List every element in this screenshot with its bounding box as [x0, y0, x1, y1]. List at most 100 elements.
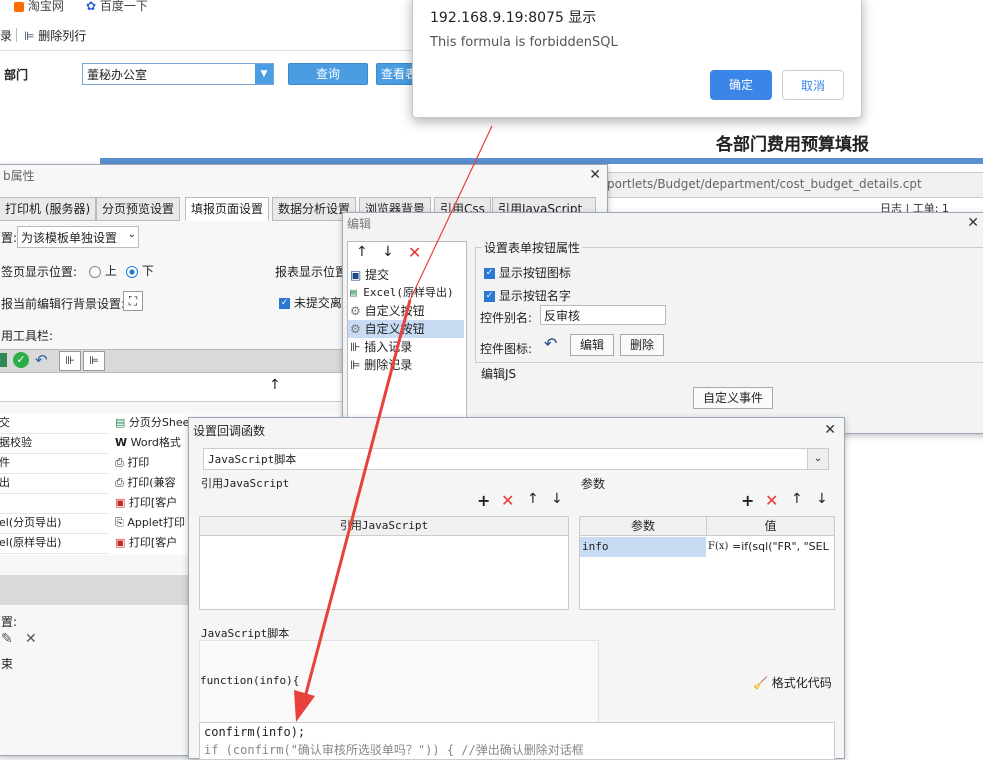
- gear-icon: ⚙: [350, 322, 361, 336]
- report-header-area: 各部门费用预算填报: [0, 120, 983, 160]
- grid-mid-2[interactable]: ⎙ 打印: [115, 453, 195, 473]
- checkbox-icon: ✓: [279, 298, 290, 309]
- excel-icon: ▤: [350, 286, 357, 299]
- web-attributes-titlebar[interactable]: b属性: [0, 165, 607, 187]
- save-icon: ▣: [350, 268, 362, 282]
- tab-fill-page[interactable]: 填报页面设置: [185, 197, 270, 221]
- close-icon[interactable]: ✕: [824, 422, 836, 438]
- arrow-up-icon[interactable]: ↑: [527, 491, 539, 507]
- list-item-custom-1[interactable]: ⚙ 自定义按钮: [350, 302, 425, 320]
- arrow-up-icon[interactable]: ↑: [356, 244, 368, 260]
- report-title: 各部门费用预算填报: [716, 135, 869, 155]
- code-line-2: if (confirm("确认审核所选驳单吗？")) { //弹出确认删除对话框: [204, 743, 584, 757]
- arrow-down-icon[interactable]: ↓: [551, 491, 563, 507]
- check-icon[interactable]: ✓: [13, 352, 29, 368]
- delete-x-icon[interactable]: ✕: [501, 491, 514, 510]
- close-icon[interactable]: ✕: [967, 215, 979, 231]
- setting-label: 置:: [1, 231, 18, 245]
- arrow-down-icon[interactable]: ↓: [382, 244, 394, 260]
- tab-page-preview[interactable]: 分页预览设置: [96, 197, 181, 221]
- unsubmitted-checkbox[interactable]: ✓ 未提交离: [279, 294, 342, 311]
- param-name-cell[interactable]: info: [580, 537, 706, 557]
- taobao-icon: [14, 1, 24, 12]
- grid-left-4[interactable]: [0, 493, 109, 514]
- edit-dialog: 编辑 ✕ ↑ ↓ ✕ ▣ 提交 ▤ Excel(原样导出) ⚙ 自定义按钮 ⚙ …: [342, 212, 983, 435]
- chevron-down-icon: ▼: [255, 64, 273, 84]
- grid-header: ↑: [0, 373, 344, 402]
- icon-edit-button[interactable]: 编辑: [570, 334, 614, 356]
- dept-select-value: 董秘办公室: [87, 68, 148, 82]
- callback-titlebar[interactable]: 设置回调函数: [189, 418, 844, 444]
- toolbar-label: 用工具栏:: [1, 329, 54, 343]
- grid-left-2[interactable]: 件: [0, 453, 109, 474]
- bookmark-taobao[interactable]: 淘宝网: [14, 0, 64, 14]
- grid-mid-4[interactable]: ▣ 打印[客户: [115, 493, 195, 513]
- grid-left-6[interactable]: el(原样导出): [0, 533, 109, 554]
- edit-js-label: 编辑JS: [481, 367, 517, 381]
- close-icon[interactable]: ✕: [589, 167, 601, 183]
- grid-left-0[interactable]: 交: [0, 413, 109, 434]
- arrow-down-icon[interactable]: ↓: [816, 491, 828, 507]
- applet-icon: ⎘: [115, 516, 124, 529]
- grid-mid-3[interactable]: ⎙ 打印(兼容: [115, 473, 195, 493]
- delete-x-icon[interactable]: ✕: [408, 243, 421, 262]
- grid-left-3[interactable]: 出: [0, 473, 109, 494]
- add-icon[interactable]: +: [477, 491, 490, 510]
- icon-delete-button[interactable]: 删除: [620, 334, 664, 356]
- bottom-list-item[interactable]: 束: [1, 655, 13, 672]
- show-name-checkbox[interactable]: ✓ 显示按钮名字: [484, 287, 571, 304]
- formula-icon[interactable]: F(x): [708, 537, 730, 557]
- grid-footer-bar: [0, 575, 189, 605]
- list-item-insert[interactable]: ⊪ 插入记录: [350, 338, 412, 356]
- alias-input[interactable]: 反审核: [540, 305, 666, 325]
- radio-up[interactable]: 上: [89, 262, 117, 279]
- list-item-excel[interactable]: ▤ Excel(原样导出): [350, 284, 454, 302]
- list-item-submit[interactable]: ▣ 提交: [350, 266, 389, 284]
- add-icon[interactable]: +: [741, 491, 754, 510]
- grid-mid-5[interactable]: ⎘ Applet打印: [115, 513, 195, 533]
- arrow-up-icon[interactable]: ↑: [791, 491, 803, 507]
- delete-row-button[interactable]: ⊫ 删除列行: [24, 27, 86, 44]
- alert-dialog: 192.168.9.19:8075 显示 This formula is for…: [412, 0, 862, 118]
- bookmark-baidu[interactable]: ✿ 百度一下: [86, 0, 148, 14]
- insert-row-icon[interactable]: ⊪: [59, 351, 81, 371]
- edit-dialog-titlebar[interactable]: 编辑: [343, 213, 983, 235]
- dept-select[interactable]: 董秘办公室 ▼: [82, 63, 274, 85]
- radio-down[interactable]: 下: [126, 262, 154, 279]
- show-icon-checkbox[interactable]: ✓ 显示按钮图标: [484, 264, 571, 281]
- grid-left-1[interactable]: 据校验: [0, 433, 109, 454]
- grid-left-5[interactable]: el(分页导出): [0, 513, 109, 534]
- undo-icon[interactable]: ↶: [35, 351, 48, 369]
- pencil-icon[interactable]: ✎: [1, 631, 13, 647]
- setting-select[interactable]: 为该模板单独设置 ⌄: [17, 226, 139, 248]
- alert-ok-button[interactable]: 确定: [710, 70, 772, 100]
- printer-icon: ⎙: [115, 476, 124, 489]
- grid-mid-6[interactable]: ▣ 打印[客户: [115, 533, 195, 553]
- query-button[interactable]: 查询: [288, 63, 368, 85]
- list-item-custom-2[interactable]: ⚙ 自定义按钮: [348, 320, 464, 338]
- dept-label: 部门: [4, 68, 29, 82]
- function-signature: function(info){: [200, 674, 300, 687]
- excel-icon[interactable]: [0, 353, 7, 367]
- list-item-delete[interactable]: ⊫ 删除记录: [350, 356, 412, 374]
- grid-mid-1[interactable]: W Word格式: [115, 433, 195, 453]
- tab-printer[interactable]: 打印机 (服务器): [0, 197, 97, 221]
- custom-event-button[interactable]: 自定义事件: [693, 387, 773, 409]
- alert-origin: 192.168.9.19:8075 显示: [430, 10, 597, 26]
- code-editor[interactable]: confirm(info); if (confirm("确认审核所选驳单吗？")…: [199, 722, 835, 760]
- param-value-cell[interactable]: =if(sql("FR", "SEL: [732, 537, 834, 557]
- toolbar-record-label[interactable]: 录: [0, 27, 12, 44]
- format-code-button[interactable]: 🧹 格式化代码: [753, 674, 832, 691]
- paw-icon: ✿: [86, 0, 97, 13]
- delete-row-icon[interactable]: ⊫: [83, 351, 105, 371]
- close-icon[interactable]: ✕: [25, 631, 37, 647]
- callback-type-select[interactable]: JavaScript脚本 ⌄: [203, 448, 829, 470]
- ref-js-table: 引用JavaScript: [199, 516, 569, 610]
- alert-cancel-button[interactable]: 取消: [782, 70, 844, 100]
- grid-mid-0[interactable]: ▤ 分页分Sheet: [115, 413, 195, 433]
- delete-x-icon[interactable]: ✕: [765, 491, 778, 510]
- code-line-1: confirm(info);: [204, 725, 306, 739]
- paint-bucket-icon[interactable]: ⛶: [123, 291, 143, 311]
- arrow-up-icon[interactable]: ↑: [269, 377, 281, 393]
- word-icon: W: [115, 436, 128, 449]
